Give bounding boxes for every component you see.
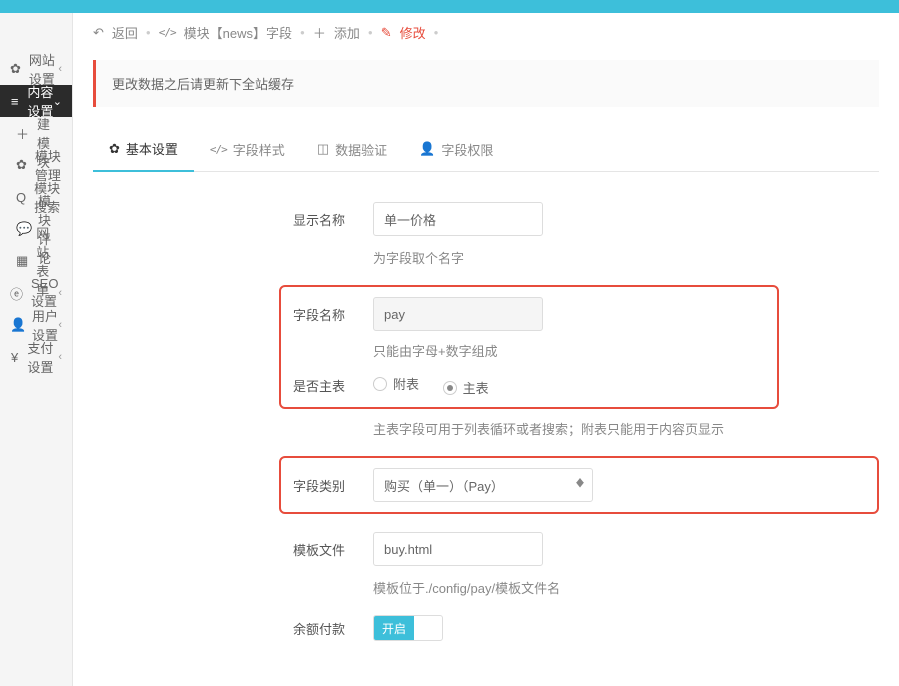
chevron-down-icon: ⌄ [53, 95, 62, 108]
tab-valid[interactable]: ◫ 数据验证 [301, 127, 403, 171]
main-content: ↶ 返回 ● </> 模块【news】字段 ● ＋ 添加 ● ✎ 修改 ● 更改… [73, 13, 899, 686]
list-icon: ≡ [10, 94, 19, 109]
yen-icon: ¥ [10, 350, 19, 365]
field-type-select[interactable]: 购买（单一）（Pay） [373, 468, 593, 502]
hint-display-name: 为字段取个名字 [373, 248, 879, 267]
highlight-box-1: 字段名称 只能由字母+数字组成 是否主表 附表 [279, 285, 779, 409]
sidebar-label: 支付设置 [27, 338, 62, 376]
crop-icon: ◫ [317, 141, 329, 157]
cogs-icon: ✿ [16, 157, 27, 173]
label-display-name: 显示名称 [293, 210, 373, 229]
sidebar-item-user[interactable]: 👤 用户设置 ‹ [0, 309, 72, 341]
chevron-left-icon: ‹ [58, 63, 62, 75]
label-balance: 余额付款 [293, 619, 373, 638]
tab-label: 字段权限 [441, 140, 493, 159]
select-value: 购买（单一）（Pay） [384, 476, 504, 495]
label-field-type: 字段类别 [293, 476, 373, 495]
tab-label: 基本设置 [126, 139, 178, 158]
hint-is-main: 主表字段可用于列表循环或者搜索；附表只能用于内容页显示 [373, 419, 879, 438]
crumb-add[interactable]: 添加 [334, 23, 360, 42]
radio-off-icon [373, 377, 387, 391]
radio-label: 主表 [463, 378, 489, 397]
sidebar: ✿ 网站设置 ‹ ≡ 内容设置 ⌄ ＋ 创建模块 ✿ 模块管理 Q 模块搜索 💬… [0, 13, 73, 686]
table-icon: ▦ [16, 253, 28, 269]
ie-icon: ⓔ [10, 284, 23, 303]
sidebar-sub-site-form[interactable]: ▦ 网站表单 [0, 245, 72, 277]
sidebar-sub-create-module[interactable]: ＋ 创建模块 [0, 117, 72, 149]
user-icon: 👤 [419, 141, 435, 157]
chevron-left-icon: ‹ [58, 351, 62, 363]
balance-switch[interactable]: 开启 [373, 615, 443, 641]
edit-icon: ✎ [381, 25, 392, 41]
label-tpl: 模板文件 [293, 540, 373, 559]
alert-message: 更改数据之后请更新下全站缓存 [93, 60, 879, 107]
sidebar-item-pay[interactable]: ¥ 支付设置 ‹ [0, 341, 72, 373]
tab-perm[interactable]: 👤 字段权限 [403, 127, 509, 171]
radio-on-icon [443, 381, 457, 395]
highlight-box-2: 字段类别 购买（单一）（Pay） [279, 456, 879, 514]
label-field-name: 字段名称 [293, 305, 373, 324]
tab-label: 字段样式 [233, 140, 285, 159]
user-icon: 👤 [10, 317, 24, 333]
form: 显示名称 为字段取个名字 字段名称 只能由字母+数字组成 是否主表 [93, 172, 879, 683]
back-icon[interactable]: ↶ [93, 25, 104, 41]
switch-on-label: 开启 [374, 616, 414, 640]
field-name-input[interactable] [373, 297, 543, 331]
search-icon: Q [16, 190, 26, 205]
chevron-left-icon: ‹ [58, 287, 62, 299]
tab-basic[interactable]: ✿ 基本设置 [93, 127, 194, 172]
hint-field-name: 只能由字母+数字组成 [373, 341, 765, 360]
sidebar-item-site[interactable]: ✿ 网站设置 ‹ [0, 53, 72, 85]
sidebar-item-seo[interactable]: ⓔ SEO设置 ‹ [0, 277, 72, 309]
display-name-input[interactable] [373, 202, 543, 236]
sidebar-item-content[interactable]: ≡ 内容设置 ⌄ [0, 85, 72, 117]
plus-icon: ＋ [313, 23, 326, 42]
gear-icon: ✿ [109, 141, 120, 157]
hint-tpl: 模板位于./config/pay/模板文件名 [373, 578, 879, 597]
crumb-edit: 修改 [400, 23, 426, 42]
gear-icon: ✿ [10, 61, 21, 77]
breadcrumb: ↶ 返回 ● </> 模块【news】字段 ● ＋ 添加 ● ✎ 修改 ● [73, 13, 899, 52]
label-is-main: 是否主表 [293, 376, 373, 395]
top-bar [0, 0, 899, 13]
radio-main-table[interactable]: 主表 [443, 378, 489, 397]
crumb-module[interactable]: 模块【news】字段 [184, 23, 292, 42]
tabs: ✿ 基本设置 </> 字段样式 ◫ 数据验证 👤 字段权限 [93, 127, 879, 172]
code-icon: </> [159, 26, 176, 39]
radio-label: 附表 [393, 374, 419, 393]
chevron-left-icon: ‹ [58, 319, 62, 331]
code-icon: </> [210, 143, 227, 156]
comment-icon: 💬 [16, 221, 30, 237]
back-link[interactable]: 返回 [112, 23, 138, 42]
radio-aux-table[interactable]: 附表 [373, 374, 419, 393]
tpl-input[interactable] [373, 532, 543, 566]
tab-label: 数据验证 [335, 140, 387, 159]
tab-style[interactable]: </> 字段样式 [194, 127, 301, 171]
sidebar-sub-module-manage[interactable]: ✿ 模块管理 [0, 149, 72, 181]
plus-icon: ＋ [16, 124, 29, 143]
